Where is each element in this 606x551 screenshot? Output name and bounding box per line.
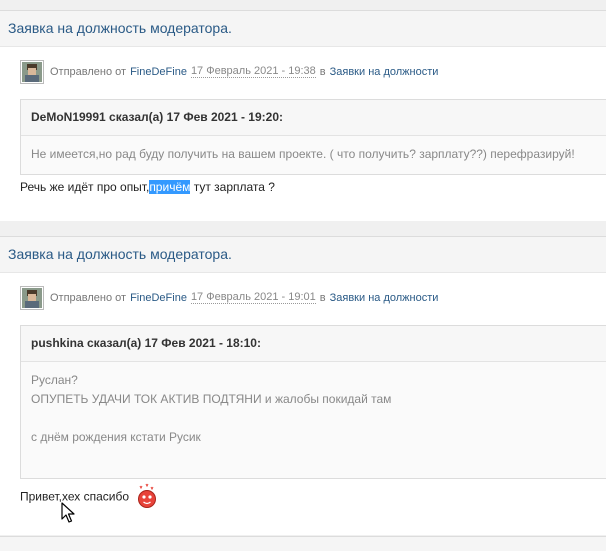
forum-link[interactable]: Заявки на должности [330,66,439,78]
post-title-link[interactable]: Заявка на должность модератора. [8,20,232,36]
in-label: в [319,292,326,304]
reply-text: Речь же идёт про опыт,причём тут зарплат… [20,180,275,194]
user-avatar-icon[interactable] [20,286,44,310]
quote-header: pushkina сказал(а) 17 Фев 2021 - 18:10: [21,326,606,362]
quote-line: Руслан? [31,373,78,387]
next-post-edge [0,536,606,551]
in-label: в [319,66,326,78]
post-header: Заявка на должность модератора. [0,11,606,47]
post: Заявка на должность модератора. Отправле… [0,10,606,221]
sent-label: Отправлено от [50,66,127,78]
post-date: 17 Февраль 2021 - 19:38 [190,65,316,78]
post-title-link[interactable]: Заявка на должность модератора. [8,246,232,262]
reply-text-part: тут зарплата ? [190,180,275,194]
quote-line: Не имеется,но рад буду получить на вашем… [31,147,575,161]
quote-block: pushkina сказал(а) 17 Фев 2021 - 18:10: … [20,325,606,479]
forum-link[interactable]: Заявки на должности [330,292,439,304]
author-link[interactable]: FineDeFine [130,66,187,78]
mouse-cursor-icon [61,502,75,523]
reply-text: Привет,хех спасибо [20,483,158,512]
top-bar [0,0,606,10]
post-header: Заявка на должность модератора. [0,237,606,273]
quote-header: DeMoN19991 сказал(а) 17 Фев 2021 - 19:20… [21,100,606,136]
quote-block: DeMoN19991 сказал(а) 17 Фев 2021 - 19:20… [20,99,606,175]
quote-body: Не имеется,но рад буду получить на вашем… [21,136,606,173]
author-link[interactable]: FineDeFine [130,292,187,304]
user-avatar-icon[interactable] [20,60,44,84]
quote-body: Руслан? ОПУПЕТЬ УДАЧИ ТОК АКТИВ ПОДТЯНИ … [21,362,606,456]
post-meta: Отправлено от FineDeFine 17 Февраль 2021… [20,286,438,310]
post: Заявка на должность модератора. Отправле… [0,236,606,535]
blushing-smiley-icon [136,483,158,512]
quote-line: с днём рождения кстати Русик [31,430,201,444]
sent-label: Отправлено от [50,292,127,304]
selected-text: причём [149,180,191,194]
post-meta: Отправлено от FineDeFine 17 Февраль 2021… [20,60,438,84]
quote-line: ОПУПЕТЬ УДАЧИ ТОК АКТИВ ПОДТЯНИ и жалобы… [31,392,392,406]
post-date: 17 Февраль 2021 - 19:01 [190,291,316,304]
quote-line [31,409,597,428]
reply-text-part: Речь же идёт про опыт, [20,180,150,194]
